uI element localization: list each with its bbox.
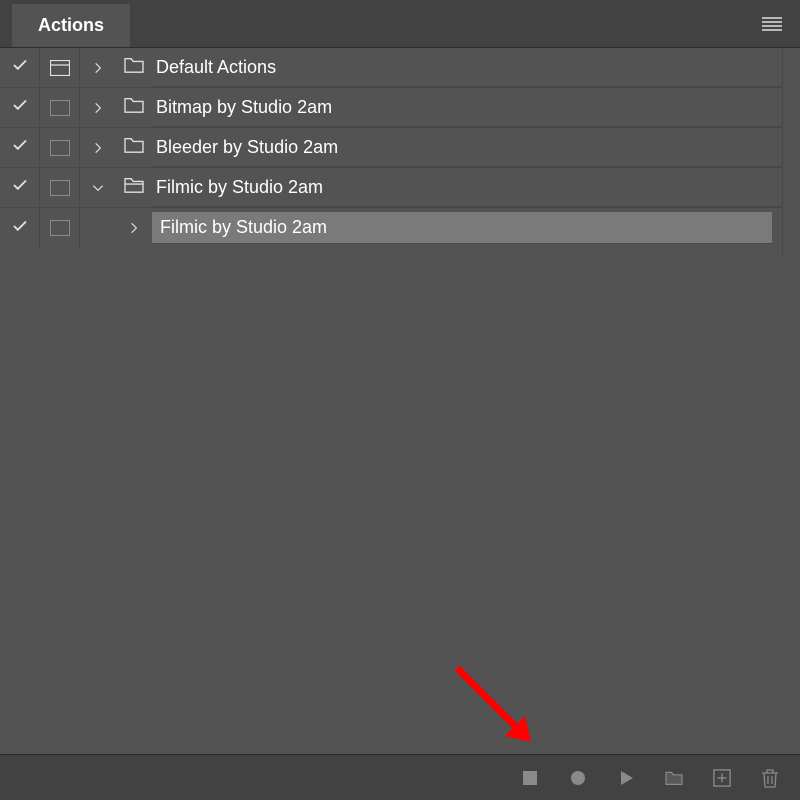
- folder-open-icon: [123, 176, 145, 199]
- action-label: Bleeder by Studio 2am: [152, 128, 800, 167]
- chevron-right-icon: [91, 61, 105, 75]
- toggle-checkbox[interactable]: [0, 208, 40, 248]
- dialog-toggle[interactable]: [40, 88, 80, 127]
- empty-box-icon: [50, 220, 70, 236]
- folder-indicator: [116, 176, 152, 199]
- action-label: Default Actions: [152, 48, 800, 87]
- check-icon: [11, 217, 29, 240]
- dialog-icon: [50, 60, 70, 76]
- stop-button[interactable]: [520, 768, 540, 788]
- toggle-checkbox[interactable]: [0, 48, 40, 87]
- dialog-toggle[interactable]: [40, 48, 80, 87]
- expand-toggle[interactable]: [80, 101, 116, 115]
- tab-label: Actions: [38, 15, 104, 36]
- panel-header: Actions: [0, 0, 800, 48]
- play-button[interactable]: [616, 768, 636, 788]
- chevron-down-icon: [91, 181, 105, 195]
- expand-toggle[interactable]: [80, 141, 116, 155]
- action-label: Filmic by Studio 2am: [152, 168, 800, 207]
- action-set-row[interactable]: Bleeder by Studio 2am: [0, 128, 800, 168]
- annotation-arrow: [447, 658, 557, 768]
- actions-list: Default Actions Bitmap by Studio 2am: [0, 48, 800, 248]
- panel-menu-button[interactable]: [752, 0, 792, 47]
- delete-button[interactable]: [760, 768, 780, 788]
- chevron-right-icon: [91, 141, 105, 155]
- empty-box-icon: [50, 180, 70, 196]
- toggle-checkbox[interactable]: [0, 88, 40, 127]
- bottom-toolbar: [0, 754, 800, 800]
- folder-icon: [123, 56, 145, 79]
- dialog-toggle[interactable]: [40, 128, 80, 167]
- hamburger-icon: [762, 17, 782, 31]
- expand-toggle[interactable]: [80, 61, 116, 75]
- action-set-row[interactable]: Default Actions: [0, 48, 800, 88]
- action-label-selected: Filmic by Studio 2am: [152, 212, 772, 244]
- toggle-checkbox[interactable]: [0, 128, 40, 167]
- record-icon: [570, 770, 586, 786]
- stop-icon: [522, 770, 538, 786]
- tab-actions[interactable]: Actions: [12, 4, 130, 47]
- action-set-row[interactable]: Bitmap by Studio 2am: [0, 88, 800, 128]
- toggle-checkbox[interactable]: [0, 168, 40, 207]
- action-item-row[interactable]: Filmic by Studio 2am: [0, 208, 800, 248]
- dialog-toggle[interactable]: [40, 168, 80, 207]
- action-set-row[interactable]: Filmic by Studio 2am: [0, 168, 800, 208]
- chevron-right-icon: [91, 101, 105, 115]
- trash-icon: [762, 768, 778, 788]
- empty-box-icon: [50, 100, 70, 116]
- action-label: Bitmap by Studio 2am: [152, 88, 800, 127]
- new-action-button[interactable]: [712, 768, 732, 788]
- check-icon: [11, 56, 29, 79]
- empty-box-icon: [50, 140, 70, 156]
- check-icon: [11, 96, 29, 119]
- folder-indicator: [116, 136, 152, 159]
- folder-indicator: [116, 96, 152, 119]
- folder-icon: [123, 136, 145, 159]
- chevron-right-icon: [127, 221, 141, 235]
- new-item-icon: [713, 769, 731, 787]
- check-icon: [11, 136, 29, 159]
- folder-icon: [664, 770, 684, 786]
- play-icon: [618, 770, 634, 786]
- folder-indicator: [116, 56, 152, 79]
- header-spacer: [130, 0, 752, 47]
- folder-icon: [123, 96, 145, 119]
- check-icon: [11, 176, 29, 199]
- expand-toggle[interactable]: [80, 181, 116, 195]
- expand-toggle[interactable]: [116, 221, 152, 235]
- new-set-button[interactable]: [664, 768, 684, 788]
- scrollbar[interactable]: [782, 48, 800, 258]
- record-button[interactable]: [568, 768, 588, 788]
- dialog-toggle[interactable]: [40, 208, 80, 248]
